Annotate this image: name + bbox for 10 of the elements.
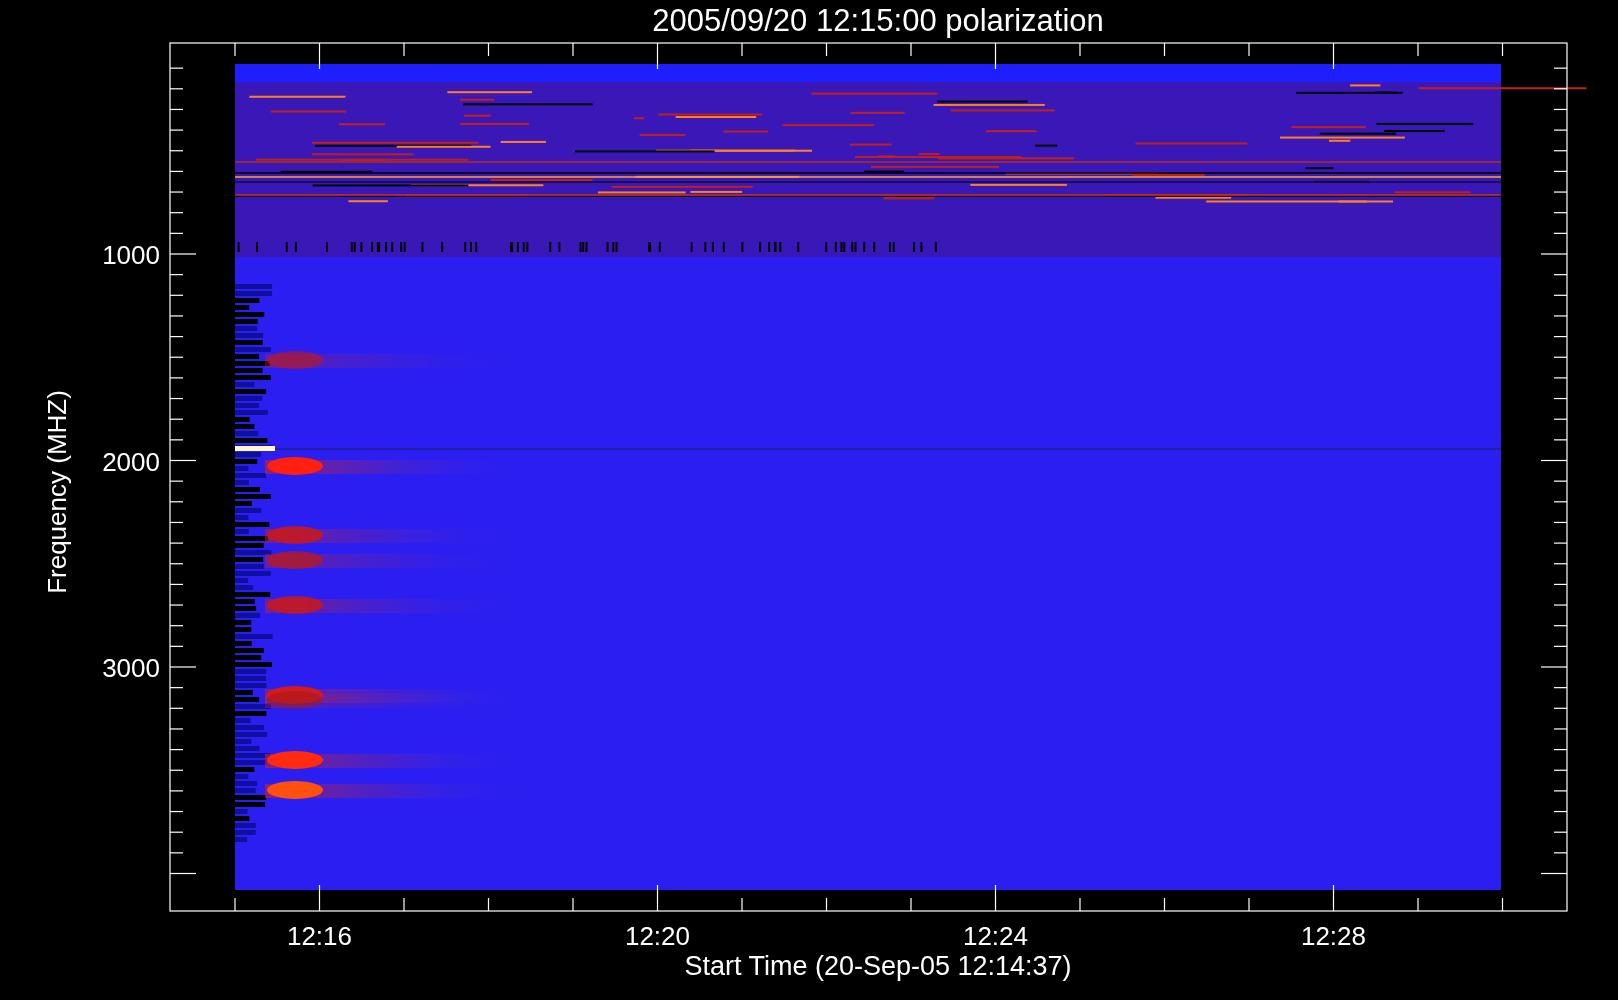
axis-label: Start Time (20-Sep-05 12:14:37) bbox=[684, 951, 1072, 981]
chart-title: 2005/09/20 12:15:00 polarization bbox=[652, 3, 1104, 38]
axis-label: Frequency (MHZ) bbox=[42, 390, 72, 594]
tick-label: 2000 bbox=[102, 446, 160, 477]
tick-label: 1000 bbox=[102, 240, 160, 270]
tick-label: 12:20 bbox=[624, 921, 691, 951]
tick-label: 12:16 bbox=[286, 921, 353, 951]
tick-label: 12:28 bbox=[1300, 921, 1367, 951]
tick-label: 12:24 bbox=[962, 921, 1029, 951]
tick-label: 3000 bbox=[102, 653, 160, 683]
